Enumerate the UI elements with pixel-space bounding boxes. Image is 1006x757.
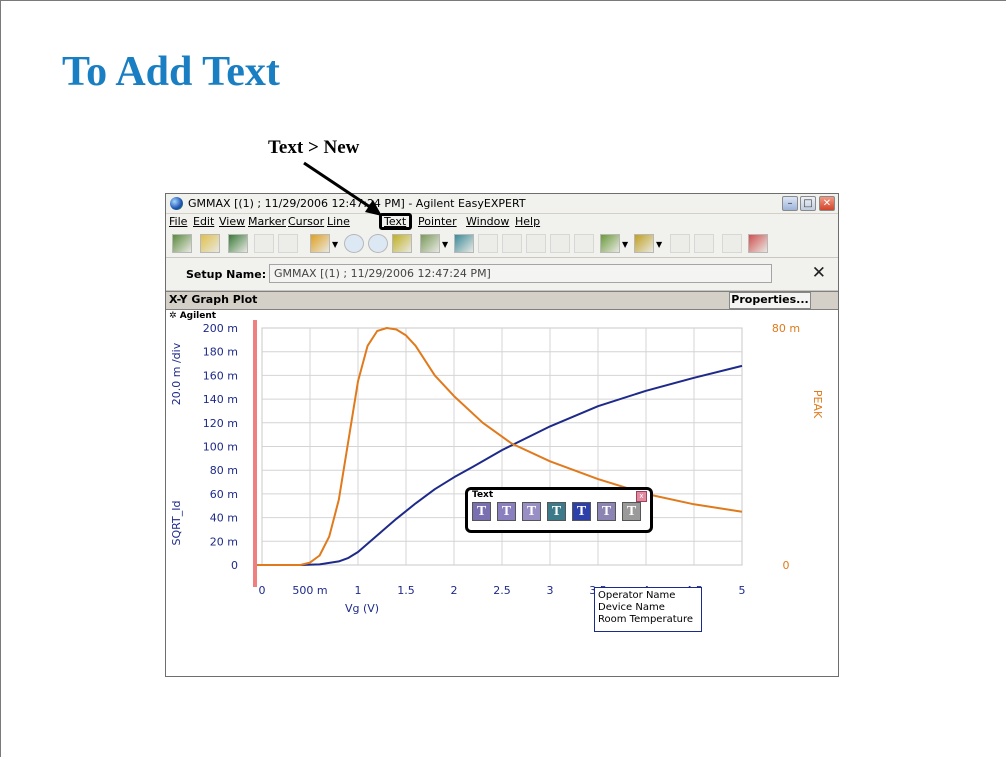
text-toolbar-close-button[interactable]: x xyxy=(636,491,647,502)
gradient-line-icon[interactable] xyxy=(600,234,620,253)
menu-pointer[interactable]: Pointer xyxy=(418,215,457,228)
chevron-down-icon[interactable]: ▼ xyxy=(656,240,662,249)
graph-title: X-Y Graph Plot xyxy=(169,293,258,306)
fit-line-icon[interactable] xyxy=(454,234,474,253)
y-tick-label: 140 m xyxy=(203,393,238,406)
y-tick-label: 0 xyxy=(231,559,238,572)
cursor-table-icon[interactable] xyxy=(502,234,522,253)
text-color-icon[interactable]: T xyxy=(547,502,566,521)
text-edit-icon[interactable]: T xyxy=(497,502,516,521)
x-tick-label: 500 m xyxy=(292,584,327,597)
marker-icon[interactable] xyxy=(200,234,220,253)
text-font-icon[interactable]: T xyxy=(522,502,541,521)
y-tick-label: 160 m xyxy=(203,369,238,382)
search-icon[interactable] xyxy=(574,234,594,253)
menu-cursor[interactable]: Cursor xyxy=(288,215,324,228)
graph-header: X-Y Graph Plot Properties... xyxy=(166,291,838,310)
main-toolbar: ▼ ▼ ▼ ▼ xyxy=(166,230,838,258)
x-tick-label: 5 xyxy=(739,584,746,597)
properties-button[interactable]: Properties... xyxy=(729,292,811,309)
y-tick-label: 120 m xyxy=(203,417,238,430)
x-tick-label: 3 xyxy=(547,584,554,597)
slide-frame-top xyxy=(0,0,1006,1)
menu-path-caption: Text > New xyxy=(268,137,360,158)
close-button[interactable]: ✕ xyxy=(819,196,835,211)
peak-icon[interactable] xyxy=(526,234,546,253)
setup-name-label: Setup Name: xyxy=(186,268,267,281)
x-tick-label: 2.5 xyxy=(493,584,511,597)
zoom-in-icon[interactable] xyxy=(344,234,364,253)
graph-area: ✲ Agilent 0500 m11.522.533.544.55020 m40… xyxy=(166,310,838,676)
menu-file[interactable]: File xyxy=(169,215,187,228)
close-icon[interactable]: ✕ xyxy=(812,263,826,283)
y-tick-label: 100 m xyxy=(203,441,238,454)
valley-icon[interactable] xyxy=(550,234,570,253)
window-title: GMMAX [(1) ; 11/29/2006 12:47:24 PM] - A… xyxy=(188,197,526,210)
text-toolbar: Text x TTTTTTT xyxy=(465,487,653,533)
text-annotation-line: Operator Name xyxy=(598,590,676,601)
y-tick-label: 40 m xyxy=(210,512,238,525)
table-icon[interactable] xyxy=(278,234,298,253)
auto-scale-icon[interactable] xyxy=(420,234,440,253)
y-tick-label: 80 m xyxy=(210,464,238,477)
menu-edit[interactable]: Edit xyxy=(193,215,214,228)
x-tick-label: 1 xyxy=(355,584,362,597)
zoom-out-icon[interactable] xyxy=(368,234,388,253)
easyexpert-window: GMMAX [(1) ; 11/29/2006 12:47:24 PM] - A… xyxy=(165,193,839,677)
list-icon[interactable] xyxy=(722,234,742,253)
globe-icon xyxy=(170,197,183,210)
menu-window[interactable]: Window xyxy=(466,215,509,228)
tools-icon[interactable] xyxy=(392,234,412,253)
text-background-icon[interactable]: T xyxy=(597,502,616,521)
text-bold-icon[interactable]: T xyxy=(572,502,591,521)
clear-lines-icon[interactable] xyxy=(694,234,714,253)
menu-view[interactable]: View xyxy=(219,215,245,228)
y2-tick-label: 80 m xyxy=(772,322,800,335)
x-tick-label: 2 xyxy=(451,584,458,597)
grid-icon[interactable] xyxy=(254,234,274,253)
y-tick-label: 20 m xyxy=(210,535,238,548)
y2-tick-label: 0 xyxy=(783,559,790,572)
y-tick-label: 180 m xyxy=(203,346,238,359)
tangent-line-icon[interactable] xyxy=(634,234,654,253)
window-titlebar: GMMAX [(1) ; 11/29/2006 12:47:24 PM] - A… xyxy=(166,194,838,214)
line-icon[interactable] xyxy=(228,234,248,253)
text-tool-icon[interactable] xyxy=(748,234,768,253)
slide-frame-left xyxy=(0,0,1,757)
x-tick-label: 0 xyxy=(259,584,266,597)
text-menu-highlight xyxy=(379,213,412,230)
chevron-down-icon[interactable]: ▼ xyxy=(332,240,338,249)
y2-axis-label: PEAK xyxy=(811,390,824,419)
maximize-button[interactable]: □ xyxy=(800,196,816,211)
y-scale-label: 20.0 m /div xyxy=(170,342,183,405)
chevron-down-icon[interactable]: ▼ xyxy=(622,240,628,249)
setup-name-field[interactable]: GMMAX [(1) ; 11/29/2006 12:47:24 PM] xyxy=(269,264,772,283)
menu-bar: File Edit View Marker Cursor Line Text P… xyxy=(166,214,838,230)
text-annotation-line: Device Name xyxy=(598,602,665,613)
slide-title: To Add Text xyxy=(62,49,280,95)
menu-line[interactable]: Line xyxy=(327,215,350,228)
text-toolbar-title: Text xyxy=(472,490,494,500)
text-annotation-line: Room Temperature xyxy=(598,614,693,625)
chevron-down-icon[interactable]: ▼ xyxy=(442,240,448,249)
text-new-icon[interactable]: T xyxy=(472,502,491,521)
minimize-button[interactable]: – xyxy=(782,196,798,211)
menu-marker[interactable]: Marker xyxy=(248,215,286,228)
cursor-icon[interactable] xyxy=(478,234,498,253)
regression-icon[interactable] xyxy=(670,234,690,253)
menu-help[interactable]: Help xyxy=(515,215,540,228)
trace-icon[interactable] xyxy=(172,234,192,253)
x-tick-label: 1.5 xyxy=(397,584,415,597)
text-delete-icon[interactable]: T xyxy=(622,502,641,521)
y-axis-label: SQRT_Id xyxy=(170,501,183,546)
y-tick-label: 200 m xyxy=(203,322,238,335)
setup-name-bar: Setup Name: GMMAX [(1) ; 11/29/2006 12:4… xyxy=(166,258,838,291)
y-axis-bar xyxy=(253,320,257,587)
y-tick-label: 60 m xyxy=(210,488,238,501)
text-annotation[interactable]: Operator Name Device Name Room Temperatu… xyxy=(594,587,702,632)
zoom-box-icon[interactable] xyxy=(310,234,330,253)
x-axis-label: Vg (V) xyxy=(345,602,379,615)
